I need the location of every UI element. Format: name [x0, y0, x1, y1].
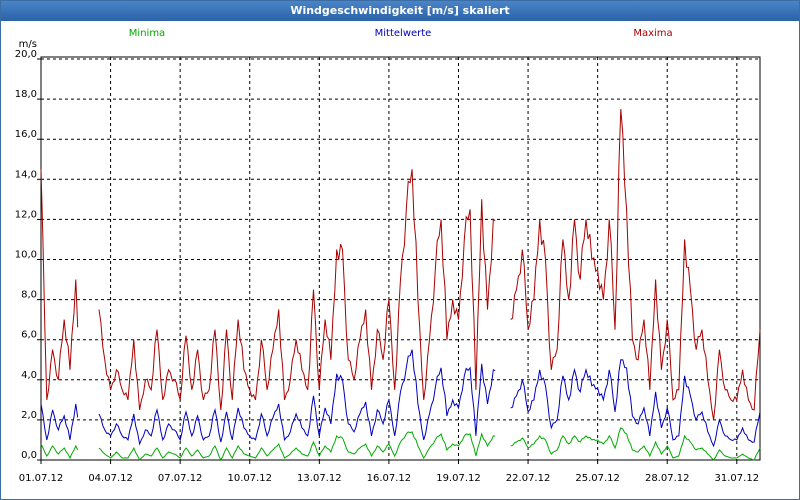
y-tick-label: 2,0	[21, 410, 37, 421]
y-tick-label: 6,0	[21, 330, 37, 341]
x-tick-label: 10.07.12	[227, 473, 272, 484]
series-line-maxima	[40, 169, 79, 400]
series-line-mittelwerte	[98, 349, 496, 446]
series-line-maxima	[98, 169, 496, 410]
x-tick-label: 25.07.12	[575, 473, 620, 484]
series-line-mittelwerte	[40, 403, 79, 441]
x-tick-label: 19.07.12	[436, 473, 481, 484]
x-tick-label: 16.07.12	[367, 473, 412, 484]
legend-maxima: Maxima	[633, 28, 672, 39]
y-tick-label: 4,0	[21, 370, 37, 381]
x-tick-label: 07.07.12	[158, 473, 203, 484]
y-tick-label: 12,0	[15, 209, 37, 220]
series-line-minima	[40, 443, 79, 460]
x-tick-label: 04.07.12	[88, 473, 133, 484]
y-tick-label: 8,0	[21, 290, 37, 301]
series-line-maxima	[510, 109, 761, 420]
x-tick-label: 31.07.12	[715, 473, 760, 484]
legend-minima: Minima	[129, 28, 165, 39]
legend-layer: Minima Mittelwerte Maxima	[129, 28, 673, 39]
x-tick-label: 01.07.12	[19, 473, 64, 484]
x-tick-label: 22.07.12	[506, 473, 551, 484]
series-layer	[40, 109, 761, 462]
y-tick-label: 18,0	[15, 89, 37, 100]
legend-mittelwerte: Mittelwerte	[375, 28, 432, 39]
x-tick-label: 13.07.12	[297, 473, 342, 484]
chart-window: Windgeschwindigkeit [m/s] skaliert 0,0 2,…	[0, 0, 800, 500]
y-tick-label: 16,0	[15, 129, 37, 140]
y-tick-label: 20,0	[15, 49, 37, 60]
plot-frame	[40, 56, 761, 461]
wind-speed-chart: 0,0 2,0 4,0 6,0 8,0 10,0 12,0 14,0 16,0 18,0 20,0m…	[15, 28, 761, 484]
series-line-minima	[510, 427, 761, 461]
grid-layer	[41, 57, 760, 460]
axis-layer: 0,0 2,0 4,0 6,0 8,0 10,0 12,0 14,0 16,0 18,0 20,0m…	[15, 39, 761, 484]
window-title: Windgeschwindigkeit [m/s] skaliert	[1, 1, 799, 21]
y-tick-label: 10,0	[15, 250, 37, 261]
x-tick-label: 28.07.12	[645, 473, 690, 484]
y-axis-unit-label: m/s	[19, 39, 37, 50]
y-tick-label: 0,0	[21, 450, 37, 461]
series-line-minima	[98, 431, 496, 462]
y-tick-label: 14,0	[15, 169, 37, 180]
